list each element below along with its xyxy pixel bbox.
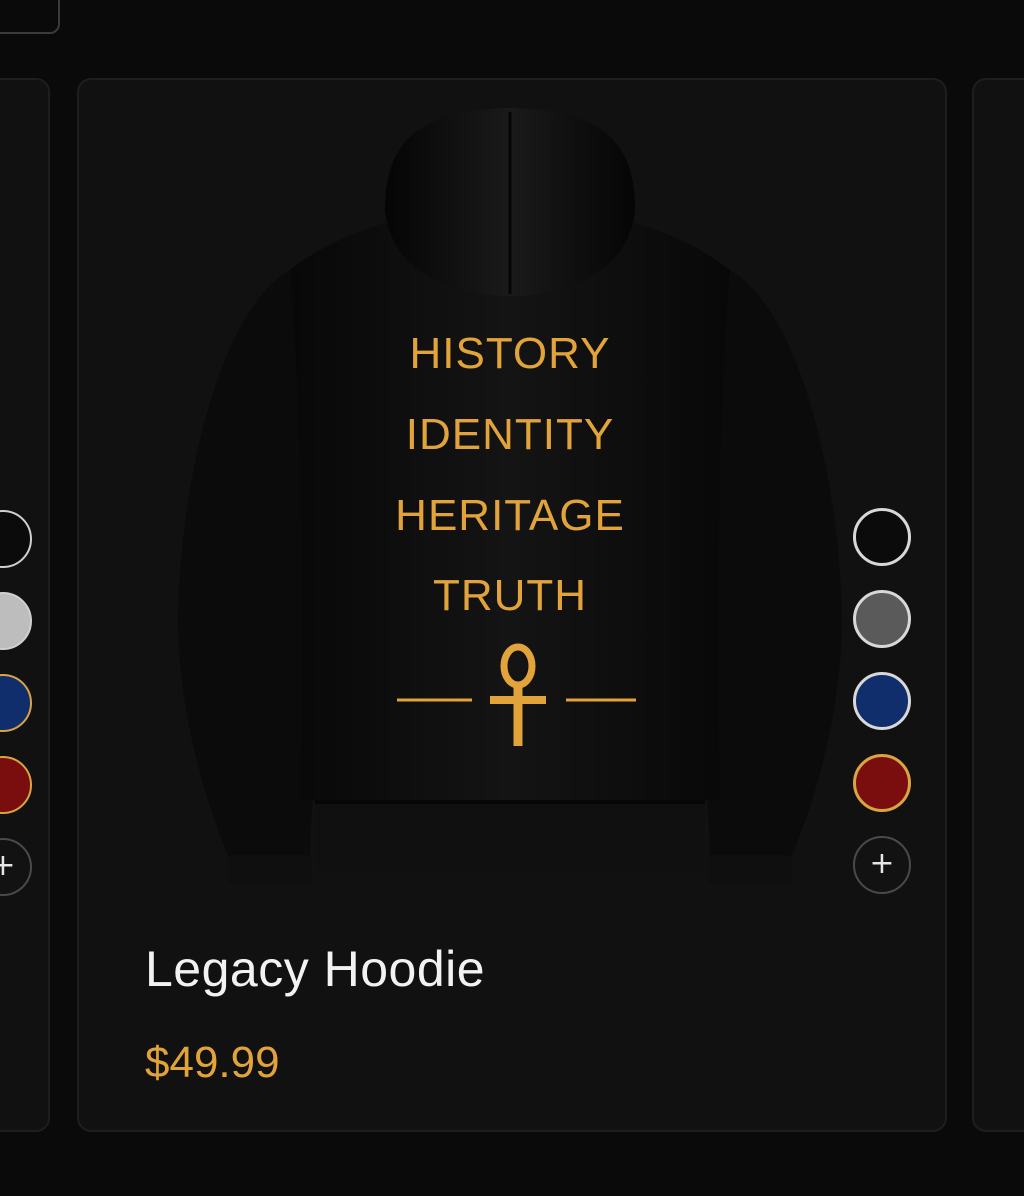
print-line-1: HISTORY bbox=[409, 329, 611, 378]
product-price: $49.99 bbox=[145, 1038, 280, 1087]
more-colors-button[interactable]: + bbox=[853, 836, 911, 894]
color-swatch-light-gray[interactable] bbox=[0, 592, 32, 650]
product-title[interactable]: Legacy Hoodie bbox=[145, 940, 485, 998]
product-image[interactable]: HISTORY IDENTITY HERITAGE TRUTH bbox=[160, 100, 860, 890]
color-swatch-navy[interactable] bbox=[0, 674, 32, 732]
color-swatch-black[interactable] bbox=[0, 510, 32, 568]
product-card-next[interactable] bbox=[972, 78, 1024, 1132]
print-line-3: HERITAGE bbox=[395, 491, 625, 540]
color-swatch-burgundy[interactable] bbox=[853, 754, 911, 812]
top-filter-chip[interactable] bbox=[0, 0, 60, 34]
product-card-previous[interactable]: + bbox=[0, 78, 50, 1132]
print-line-4: TRUTH bbox=[432, 571, 588, 620]
product-carousel: + HISTORY IDENTITY HERITAGE TRUTH + Lega… bbox=[0, 0, 1024, 1196]
color-swatch-black[interactable] bbox=[853, 508, 911, 566]
color-swatch-burgundy[interactable] bbox=[0, 756, 32, 814]
color-swatch-navy[interactable] bbox=[853, 672, 911, 730]
more-colors-button[interactable]: + bbox=[0, 838, 32, 896]
color-swatch-gray[interactable] bbox=[853, 590, 911, 648]
print-line-2: IDENTITY bbox=[405, 410, 615, 459]
